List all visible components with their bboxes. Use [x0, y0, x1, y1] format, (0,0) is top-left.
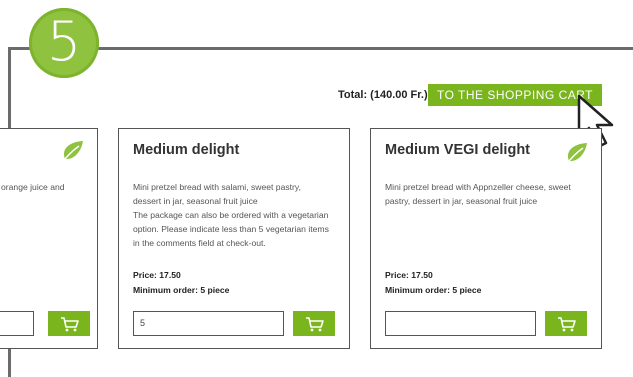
- frame-top-border: [8, 47, 633, 50]
- product-description: Mini pretzel bread with Appnzeller chees…: [385, 182, 571, 206]
- product-description: Mini pretzel bread with salami, sweet pa…: [133, 182, 329, 248]
- product-title: Medium VEGI delight: [385, 142, 531, 158]
- minimum-order: Minimum order: 5 piece: [385, 285, 482, 295]
- add-to-cart-button[interactable]: [293, 311, 335, 336]
- leaf-icon: [61, 141, 83, 164]
- quantity-input[interactable]: 5: [133, 311, 284, 336]
- quantity-input[interactable]: [0, 311, 34, 336]
- product-title: Medium delight: [133, 142, 240, 158]
- quantity-input[interactable]: [385, 311, 536, 336]
- minimum-order: Minimum order: 5 piece: [133, 285, 230, 295]
- add-to-cart-button[interactable]: [48, 311, 90, 336]
- product-price: Price: 17.50: [133, 270, 181, 280]
- product-card: Medium delight Mini pretzel bread with s…: [118, 128, 350, 349]
- product-card-partial: orange juice and: [0, 128, 98, 349]
- add-to-cart-button[interactable]: [545, 311, 587, 336]
- cart-icon: [558, 317, 576, 332]
- cart-icon: [306, 317, 324, 332]
- product-price: Price: 17.50: [385, 270, 433, 280]
- order-total: Total: (140.00 Fr.): [338, 89, 428, 101]
- cart-icon: [61, 317, 79, 332]
- product-description: orange juice and: [1, 182, 65, 192]
- leaf-icon: [565, 143, 587, 166]
- product-card: Medium VEGI delight Mini pretzel bread w…: [370, 128, 602, 349]
- step-badge: 5: [29, 8, 99, 78]
- step-number: 5: [46, 10, 82, 73]
